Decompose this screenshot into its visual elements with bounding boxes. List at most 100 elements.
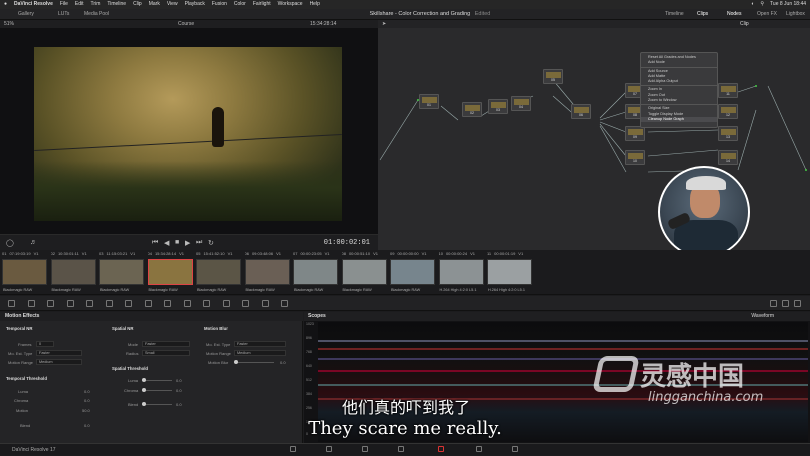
node-04[interactable]: 04 (511, 96, 531, 111)
stop-icon[interactable]: ■ (175, 239, 179, 246)
lightbox-button[interactable]: Lightbox (786, 9, 805, 20)
slider-knob[interactable] (142, 402, 146, 406)
scope-settings-icon[interactable] (770, 300, 777, 307)
clip-thumbnail[interactable]: H.264 High 4:2:0 L5.1 (438, 259, 484, 292)
clip-thumbnail[interactable]: Blackmagic RAW (196, 259, 241, 292)
frames-dropdown[interactable]: 0 (36, 341, 54, 347)
playhead-icon[interactable]: ◯ (6, 239, 14, 247)
viewer-clip-name[interactable]: Course (178, 20, 194, 28)
apple-menu-icon[interactable]: ● (4, 0, 7, 9)
media-pool-button[interactable]: Media Pool (84, 9, 109, 20)
tt-luma-value[interactable]: 0.0 (84, 389, 90, 394)
menu-timeline[interactable]: Timeline (107, 0, 126, 9)
window-icon[interactable] (164, 300, 171, 307)
rgb-mixer-icon[interactable] (66, 300, 74, 307)
camera-raw-icon[interactable] (8, 300, 15, 307)
tt-blend-value[interactable]: 0.0 (84, 423, 90, 428)
menu-mark[interactable]: Mark (149, 0, 160, 9)
motion-effects-icon[interactable] (86, 300, 93, 307)
slider-knob[interactable] (142, 378, 146, 382)
skip-forward-icon[interactable]: ⏭ (196, 239, 202, 247)
mb-blur-value[interactable]: 0.0 (280, 360, 286, 365)
clip-thumbnail[interactable]: H.264 High 4:2:0 L5.1 (487, 259, 532, 292)
clip-thumbnail[interactable]: Blackmagic RAW (99, 259, 144, 292)
open-fx-button[interactable]: Open FX (757, 9, 777, 20)
st-blend-slider[interactable] (142, 402, 172, 406)
page-fairlight-icon[interactable] (476, 446, 482, 452)
key-icon[interactable] (242, 300, 249, 307)
clip-thumbnail[interactable]: Blackmagic RAW (50, 259, 96, 292)
clip-thumbnail[interactable]: Blackmagic RAW (293, 259, 338, 292)
tt-motion-value[interactable]: 50.0 (82, 408, 90, 413)
menu-cleanup-node-graph[interactable]: Cleanup Node Graph (641, 116, 717, 123)
scope-layout-icon[interactable] (782, 300, 789, 307)
3d-icon[interactable] (281, 300, 288, 307)
node-10[interactable]: 10 (625, 150, 645, 165)
node-06[interactable]: 06 (571, 104, 591, 119)
skip-back-icon[interactable]: ⏮ (152, 239, 158, 247)
st-luma-slider[interactable] (142, 378, 172, 382)
magic-mask-icon[interactable] (203, 300, 210, 307)
mode-dropdown[interactable]: Faster (142, 341, 190, 347)
video-frame[interactable] (34, 47, 342, 221)
node-02[interactable]: 02 (462, 102, 482, 117)
color-warper-icon[interactable] (125, 300, 132, 307)
mb-range-dropdown[interactable]: Medium (234, 350, 286, 356)
menu-zoom-to-window[interactable]: Zoom to Window (641, 98, 717, 103)
node-12[interactable]: 12 (718, 104, 738, 119)
menu-add-alpha-output[interactable]: Add Alpha Output (641, 79, 717, 84)
clip-thumbnail[interactable]: Blackmagic RAW (390, 259, 435, 292)
menu-fusion[interactable]: Fusion (212, 0, 227, 9)
audio-icon[interactable]: ♬ (30, 239, 37, 246)
node-05[interactable]: 05 (543, 69, 563, 84)
node-01[interactable]: 01 (419, 94, 439, 109)
slider-knob[interactable] (234, 360, 238, 364)
menu-help[interactable]: Help (310, 0, 320, 9)
slider-knob[interactable] (142, 388, 146, 392)
menu-workspace[interactable]: Workspace (278, 0, 303, 9)
curves-icon[interactable] (105, 300, 113, 307)
node-03[interactable]: 03 (488, 99, 508, 114)
tt-chroma-value[interactable]: 0.0 (84, 398, 90, 403)
color-wheels-icon[interactable] (47, 300, 54, 307)
menu-file[interactable]: File (60, 0, 68, 9)
nodes-button[interactable]: Nodes (727, 9, 741, 20)
play-reverse-icon[interactable]: ◀ (164, 239, 169, 247)
mo-est-type-dropdown[interactable]: Faster (36, 350, 82, 356)
scope-mode-dropdown[interactable]: Waveform (751, 312, 774, 321)
blur-icon[interactable] (222, 300, 230, 307)
menu-trim[interactable]: Trim (91, 0, 101, 9)
clip-thumbnail[interactable]: Blackmagic RAW (244, 259, 290, 292)
luts-button[interactable]: LUTs (58, 9, 69, 20)
mb-type-dropdown[interactable]: Faster (234, 341, 286, 347)
node-13[interactable]: 13 (718, 126, 738, 141)
color-match-icon[interactable] (27, 300, 35, 307)
play-icon[interactable]: ▶ (185, 239, 190, 247)
clips-button[interactable]: Clips (697, 9, 708, 20)
gallery-button[interactable]: Gallery (18, 9, 34, 20)
menu-color[interactable]: Color (234, 0, 246, 9)
motion-range-dropdown[interactable]: Medium (36, 359, 82, 365)
page-color-icon[interactable] (438, 446, 444, 452)
page-media-icon[interactable] (290, 446, 296, 452)
page-edit-icon[interactable] (362, 446, 368, 452)
page-deliver-icon[interactable] (512, 446, 518, 452)
tracker-icon[interactable] (183, 300, 191, 307)
st-chroma-value[interactable]: 0.0 (176, 388, 182, 393)
clip-thumbnail[interactable]: Blackmagic RAW (147, 259, 193, 292)
menu-playback[interactable]: Playback (185, 0, 205, 9)
page-fusion-icon[interactable] (398, 446, 404, 452)
st-blend-value[interactable]: 0.0 (176, 402, 182, 407)
mb-blur-slider[interactable] (234, 360, 274, 364)
qualifier-icon[interactable] (144, 300, 152, 307)
menu-clip[interactable]: Clip (133, 0, 142, 9)
menu-add-node[interactable]: Add Node (641, 60, 717, 65)
node-11[interactable]: 11 (718, 83, 738, 98)
clip-thumbnail[interactable]: Blackmagic RAW (2, 259, 47, 292)
loop-icon[interactable]: ↻ (208, 239, 214, 247)
st-luma-value[interactable]: 0.0 (176, 378, 182, 383)
scope-expand-icon[interactable] (794, 300, 801, 307)
sizing-icon[interactable] (261, 300, 269, 307)
menu-view[interactable]: View (167, 0, 178, 9)
page-cut-icon[interactable] (326, 446, 332, 452)
